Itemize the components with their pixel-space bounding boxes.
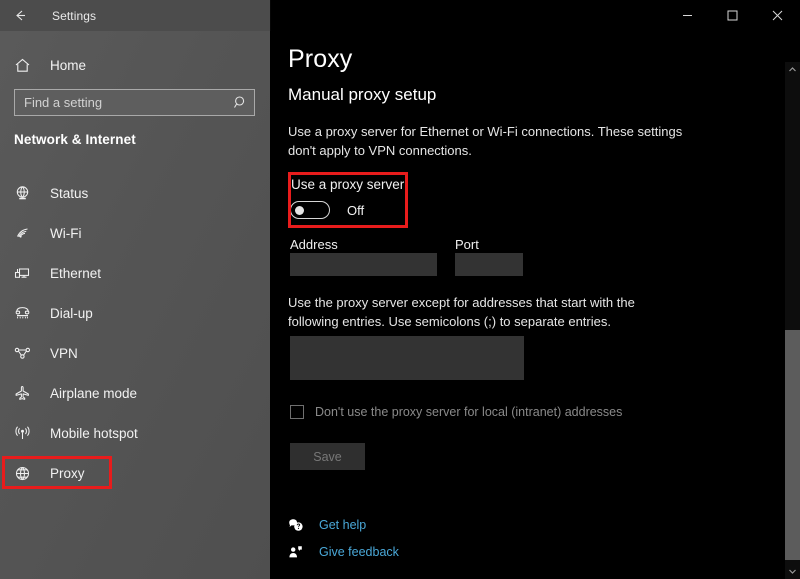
get-help-link[interactable]: Get help xyxy=(288,514,366,536)
airplane-icon xyxy=(14,385,40,402)
settings-window: Settings Home Find a se xyxy=(0,0,800,579)
save-button[interactable]: Save xyxy=(290,443,365,470)
vpn-icon xyxy=(14,345,40,362)
sidebar-item-dialup[interactable]: Dial-up xyxy=(0,293,270,333)
help-bubble-icon xyxy=(288,517,310,533)
bypass-local-checkbox-label: Don't use the proxy server for local (in… xyxy=(315,405,622,419)
back-button[interactable] xyxy=(0,0,40,31)
wifi-icon xyxy=(14,225,40,242)
port-label: Port xyxy=(455,237,479,252)
sidebar-item-mobile-hotspot[interactable]: Mobile hotspot xyxy=(0,413,270,453)
title-bar: Settings xyxy=(0,0,800,31)
exceptions-input[interactable] xyxy=(290,336,524,380)
sidebar: Home Find a setting Network & Internet xyxy=(0,31,270,579)
hotspot-icon xyxy=(14,425,40,442)
vertical-scrollbar[interactable] xyxy=(785,62,800,579)
use-proxy-server-toggle[interactable]: Off xyxy=(290,201,364,219)
address-input[interactable] xyxy=(290,253,437,276)
sidebar-item-vpn-label: VPN xyxy=(50,346,78,361)
sidebar-nav-list: Status Wi-Fi xyxy=(0,173,270,493)
globe-icon xyxy=(14,465,40,482)
feedback-person-icon xyxy=(288,544,310,560)
sidebar-category-title: Network & Internet xyxy=(14,132,136,147)
scroll-down-icon[interactable] xyxy=(785,564,800,579)
give-feedback-link[interactable]: Give feedback xyxy=(288,541,399,563)
toggle-knob xyxy=(295,206,304,215)
sidebar-item-dialup-label: Dial-up xyxy=(50,306,93,321)
scrollbar-thumb[interactable] xyxy=(785,330,800,560)
sidebar-item-proxy[interactable]: Proxy xyxy=(0,453,270,493)
window-controls xyxy=(665,0,800,31)
sidebar-item-proxy-label: Proxy xyxy=(50,466,85,481)
toggle-state-label: Off xyxy=(347,203,364,218)
sidebar-item-status-label: Status xyxy=(50,186,88,201)
sidebar-item-ethernet[interactable]: Ethernet xyxy=(0,253,270,293)
give-feedback-link-label: Give feedback xyxy=(319,545,399,559)
address-label: Address xyxy=(290,237,338,252)
sidebar-item-home-label: Home xyxy=(50,58,86,73)
exceptions-description: Use the proxy server except for addresse… xyxy=(288,293,638,331)
sidebar-item-wifi-label: Wi-Fi xyxy=(50,226,81,241)
search-icon[interactable] xyxy=(226,95,254,110)
scroll-up-icon[interactable] xyxy=(785,62,800,77)
minimize-icon[interactable] xyxy=(665,0,710,31)
get-help-link-label: Get help xyxy=(319,518,366,532)
bypass-local-checkbox[interactable] xyxy=(290,405,304,419)
bypass-local-checkbox-row[interactable]: Don't use the proxy server for local (in… xyxy=(290,405,622,419)
ethernet-icon xyxy=(14,265,40,282)
section-heading: Manual proxy setup xyxy=(288,85,436,105)
main-content: Proxy Manual proxy setup Use a proxy ser… xyxy=(270,31,800,579)
window-title: Settings xyxy=(52,9,96,23)
sidebar-item-status[interactable]: Status xyxy=(0,173,270,213)
dialup-phone-icon xyxy=(14,305,40,322)
use-proxy-server-label: Use a proxy server xyxy=(291,177,404,192)
sidebar-item-wifi[interactable]: Wi-Fi xyxy=(0,213,270,253)
sidebar-item-airplane-mode-label: Airplane mode xyxy=(50,386,137,401)
toggle-track[interactable] xyxy=(290,201,330,219)
sidebar-item-mobile-hotspot-label: Mobile hotspot xyxy=(50,426,138,441)
search-input-placeholder: Find a setting xyxy=(15,95,226,110)
status-globe-icon xyxy=(14,185,40,202)
port-input[interactable] xyxy=(455,253,523,276)
title-bar-left: Settings xyxy=(0,0,270,31)
home-icon xyxy=(14,57,40,74)
sidebar-item-home[interactable]: Home xyxy=(0,49,270,81)
close-icon[interactable] xyxy=(755,0,800,31)
maximize-icon[interactable] xyxy=(710,0,755,31)
sidebar-item-vpn[interactable]: VPN xyxy=(0,333,270,373)
sidebar-item-ethernet-label: Ethernet xyxy=(50,266,101,281)
sidebar-item-airplane-mode[interactable]: Airplane mode xyxy=(0,373,270,413)
search-input[interactable]: Find a setting xyxy=(14,89,255,116)
proxy-description: Use a proxy server for Ethernet or Wi-Fi… xyxy=(288,122,688,160)
page-title: Proxy xyxy=(288,45,352,74)
